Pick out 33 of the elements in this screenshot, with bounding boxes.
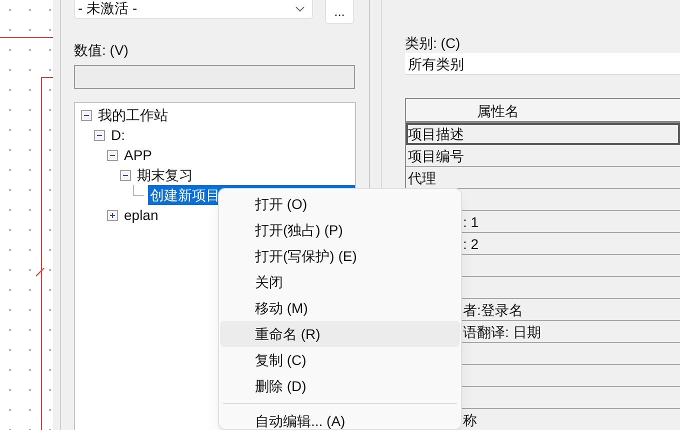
dropdown-value: - 未激活 - (78, 0, 138, 18)
browse-button[interactable]: ... (325, 0, 354, 24)
tree-item[interactable]: APP (122, 145, 154, 165)
table-cell-text: 者:登录名 (463, 300, 523, 320)
tree-item[interactable]: D: (109, 125, 127, 145)
table-row[interactable]: 项目描述 (406, 123, 680, 145)
menu-item[interactable]: 删除 (D) (220, 373, 460, 399)
splitter-bar[interactable] (53, 0, 61, 430)
table-cell-text: 代理 (408, 168, 436, 188)
tree-item[interactable]: 期末复习 (135, 165, 195, 185)
table-cell-text: 称 (463, 410, 477, 430)
table-cell-text: : 2 (463, 234, 479, 254)
collapse-icon[interactable] (81, 110, 92, 120)
value-label: 数值: (V) (74, 41, 128, 60)
table-cell-text: : 1 (463, 212, 479, 232)
collapse-icon[interactable] (120, 170, 131, 180)
table-cell-text: 项目编号 (408, 146, 464, 166)
chevron-down-icon (295, 6, 305, 12)
tree-item[interactable]: 我的工作站 (96, 105, 170, 125)
dropdown-value: 所有类别 (408, 56, 464, 72)
menu-item[interactable]: 关闭 (220, 269, 460, 295)
menu-item[interactable]: 重命名 (R) (220, 321, 460, 347)
collapse-icon[interactable] (107, 150, 118, 160)
category-label: 类别: (C) (405, 34, 460, 53)
table-cell-text: 语翻译: 日期 (463, 322, 541, 342)
table-cell-text: 项目描述 (408, 124, 464, 144)
column-header[interactable]: 属性名 (406, 99, 680, 123)
state-dropdown[interactable]: - 未激活 - (74, 0, 313, 19)
menu-item[interactable]: 复制 (C) (220, 347, 460, 373)
category-dropdown[interactable]: 所有类别 (405, 53, 680, 75)
collapse-icon[interactable] (94, 130, 105, 140)
tree-item[interactable]: eplan (122, 205, 160, 225)
expand-icon[interactable] (107, 210, 118, 220)
